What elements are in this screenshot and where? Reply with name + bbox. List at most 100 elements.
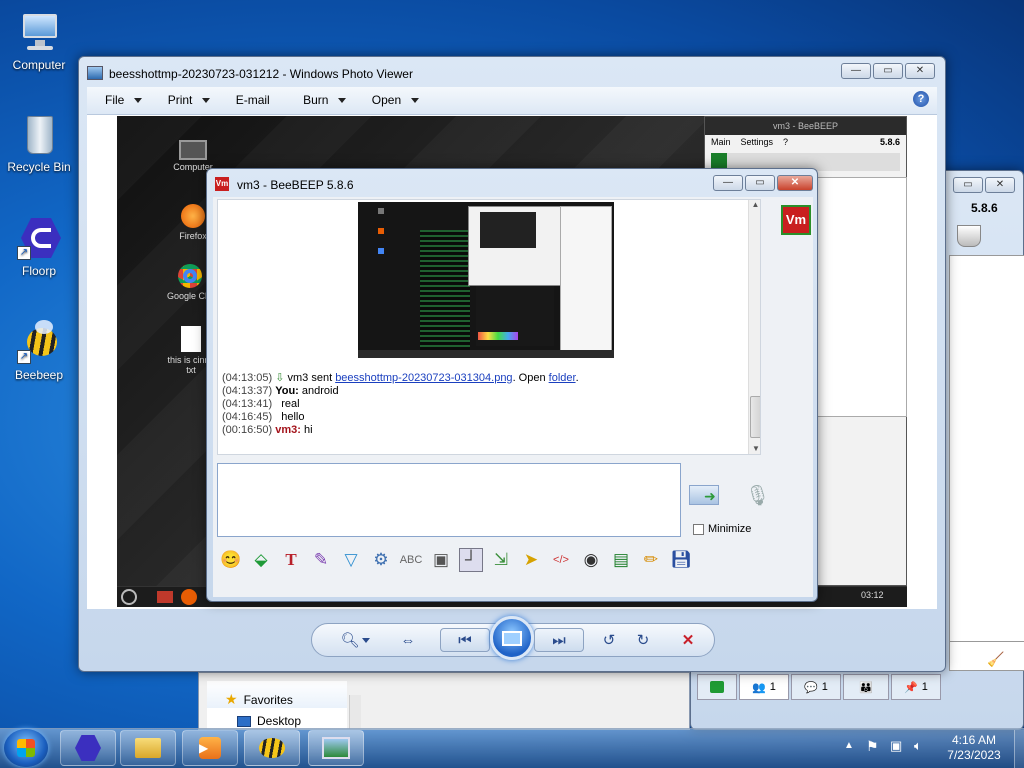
microphone-button[interactable]: 🎙︎ [745, 483, 771, 513]
delete-button[interactable]: ✕ [676, 628, 700, 652]
menu-print[interactable]: Print [168, 93, 211, 107]
desktop-icon-computer[interactable]: Computer [4, 10, 74, 72]
flag-icon[interactable]: ⚑ [866, 738, 879, 755]
taskbar-media-player[interactable]: ▶ [182, 730, 238, 766]
beebeep-chat-window[interactable]: Vm vm3 - BeeBEEP 5.8.6 — ▭ ✕ (04:13:05) … [206, 168, 818, 602]
tab-chats[interactable]: 💬 1 [791, 674, 841, 700]
help-icon[interactable]: ? [913, 91, 929, 107]
maximize-button[interactable]: ▭ [953, 177, 983, 193]
desktop-icon-beebeep[interactable]: ↗ Beebeep [4, 320, 74, 382]
menu-open[interactable]: Open [372, 93, 420, 107]
floppy-icon[interactable]: 💾︎ [669, 548, 693, 572]
spellcheck-icon[interactable]: ABC [399, 548, 423, 572]
desktop-icon-label: Floorp [21, 264, 56, 278]
checkbox-icon [693, 523, 704, 535]
rotate-ccw-button[interactable]: ↺ [598, 628, 620, 652]
menu-burn[interactable]: Burn [303, 93, 347, 107]
close-button[interactable]: ✕ [777, 175, 813, 191]
explorer-scrollbar[interactable] [349, 695, 361, 729]
send-button[interactable]: ➜ [689, 485, 723, 511]
minimize-button[interactable]: — [713, 175, 743, 191]
show-desktop-button[interactable] [1014, 730, 1024, 768]
color-icon[interactable]: ✎ [309, 548, 333, 572]
previous-button[interactable]: ⏮ [440, 628, 490, 652]
filter-icon[interactable]: ▽ [339, 548, 363, 572]
computer-icon [17, 10, 61, 54]
fit-icon: ⇔ [400, 631, 416, 649]
app-icon: Vm [215, 177, 229, 191]
shared-screenshot-thumbnail[interactable] [358, 202, 614, 358]
taskbar-explorer[interactable] [120, 730, 176, 766]
bucket-icon[interactable] [957, 225, 981, 247]
chat-client-area: (04:13:05) ⇩ vm3 sent beesshottmp-202307… [213, 197, 813, 597]
settings-icon[interactable]: ⚙ [369, 548, 393, 572]
chat-message: (00:16:50) vm3: hi [222, 424, 313, 436]
chat-message: (04:13:05) ⇩ vm3 sent beesshottmp-202307… [222, 372, 579, 384]
word-icon[interactable]: ▣ [429, 548, 453, 572]
favorites-item[interactable]: ★ Favorites [207, 681, 347, 708]
desktop-icon-label: Recycle Bin [7, 160, 71, 174]
rotate-cw-button[interactable]: ↻ [632, 628, 654, 652]
terminal-icon[interactable]: ▤ [609, 548, 633, 572]
html-icon[interactable]: </> [549, 548, 573, 572]
show-hidden-icons[interactable]: ▲ [844, 740, 854, 751]
scroll-thumb[interactable] [750, 396, 760, 438]
start-button[interactable] [4, 729, 48, 767]
emoticon-icon[interactable]: 😊 [219, 548, 243, 572]
window-title: beesshottmp-20230723-031212 - Windows Ph… [109, 67, 413, 81]
folder-link[interactable]: folder [549, 372, 576, 384]
chat-message: (04:13:41) real [222, 398, 300, 410]
desktop-icon-recycle-bin[interactable]: Recycle Bin [4, 112, 74, 174]
microphone-icon: 🎙︎ [745, 485, 771, 507]
share-folder-icon[interactable]: ➤ [519, 548, 543, 572]
message-input[interactable] [217, 463, 681, 537]
broom-icon[interactable]: 🧹 [987, 651, 1004, 668]
fit-window-button[interactable]: ⇔ [396, 628, 420, 652]
groups-icon: 👪 [859, 681, 873, 694]
tab-shares[interactable]: 📌 1 [891, 674, 941, 700]
explorer-window[interactable]: ★ Favorites Desktop [198, 672, 690, 730]
zoom-button[interactable]: 🔍︎ [338, 628, 372, 652]
close-button[interactable]: ✕ [905, 63, 935, 79]
taskbar-floorp[interactable] [60, 730, 116, 766]
quote-icon[interactable]: ┘ [459, 548, 483, 572]
desktop-icon-floorp[interactable]: ↗ Floorp [4, 216, 74, 278]
transcript-scrollbar[interactable]: ▲ ▼ [748, 200, 760, 454]
menu-file[interactable]: File [105, 93, 143, 107]
users-icon: 👥 [752, 681, 766, 694]
volume-muted-icon[interactable]: 🔈︎ [914, 738, 922, 754]
taskbar-photo-viewer[interactable] [308, 730, 364, 766]
chevron-down-icon [411, 98, 420, 104]
send-file-icon[interactable]: ⬙ [249, 548, 273, 572]
menu-email[interactable]: E-mail [236, 93, 270, 107]
network-icon[interactable]: ▣ [890, 738, 902, 754]
rotate-cw-icon: ↻ [636, 632, 650, 649]
version-label: 5.8.6 [971, 201, 998, 215]
edit-icon[interactable]: ✏ [639, 548, 663, 572]
delete-icon: ✕ [681, 632, 695, 649]
font-icon[interactable]: T [279, 548, 303, 572]
clock[interactable]: 4:16 AM 7/23/2023 [938, 733, 1010, 763]
screenshot-icon[interactable]: ◉ [579, 548, 603, 572]
next-icon: ⏭ [552, 631, 566, 649]
tab-users[interactable]: 👥 1 [739, 674, 789, 700]
close-button[interactable]: ✕ [985, 177, 1015, 193]
star-icon: ★ [225, 691, 238, 707]
photo-viewer-icon [87, 66, 103, 80]
window-title: vm3 - BeeBEEP 5.8.6 [237, 178, 354, 192]
maximize-button[interactable]: ▭ [873, 63, 903, 79]
tab-chat[interactable] [697, 674, 737, 700]
file-link[interactable]: beesshottmp-20230723-031304.png [335, 372, 512, 384]
next-button[interactable]: ⏭ [534, 628, 584, 652]
taskbar-beebeep[interactable] [244, 730, 300, 766]
windows-logo-icon [17, 739, 35, 757]
desktop-item[interactable]: Desktop [207, 708, 347, 728]
tab-groups[interactable]: 👪 [843, 674, 889, 700]
minimize-button[interactable]: — [841, 63, 871, 79]
minimize-checkbox[interactable]: Minimize [693, 523, 751, 535]
slideshow-button[interactable] [490, 616, 534, 660]
chat-icon [710, 681, 724, 693]
maximize-button[interactable]: ▭ [745, 175, 775, 191]
export-icon[interactable]: ⇲ [489, 548, 513, 572]
floorp-icon [75, 735, 101, 761]
